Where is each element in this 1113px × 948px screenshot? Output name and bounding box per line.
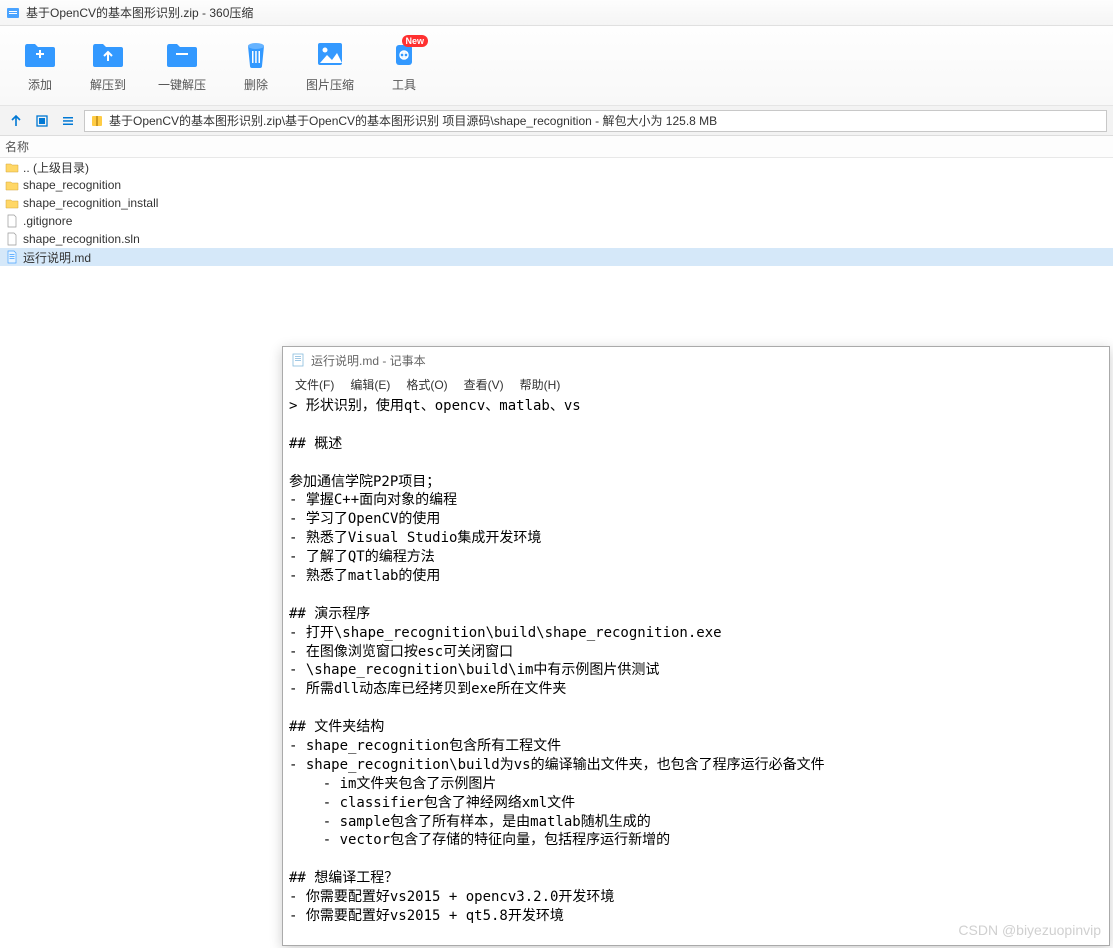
new-badge: New [402, 35, 429, 47]
notepad-window: 运行说明.md - 记事本 文件(F) 编辑(E) 格式(O) 查看(V) 帮助… [282, 346, 1110, 946]
file-row-file[interactable]: .gitignore [0, 212, 1113, 230]
extract-icon [90, 38, 126, 70]
folder-icon [5, 178, 19, 192]
file-name: shape_recognition.sln [23, 232, 140, 246]
view-mode-button[interactable] [32, 111, 52, 131]
oneclick-label: 一键解压 [158, 76, 206, 93]
notepad-icon [291, 353, 305, 367]
extract-to-button[interactable]: 解压到 [90, 38, 126, 93]
menu-view[interactable]: 查看(V) [458, 374, 510, 395]
file-icon [5, 232, 19, 246]
notepad-title-bar[interactable]: 运行说明.md - 记事本 [283, 347, 1109, 373]
file-icon [5, 214, 19, 228]
file-row-file[interactable]: shape_recognition.sln [0, 230, 1113, 248]
watermark: CSDN @biyezuopinvip [958, 922, 1101, 938]
oneclick-extract-button[interactable]: 一键解压 [158, 38, 206, 93]
delete-button[interactable]: 删除 [238, 38, 274, 93]
menu-format[interactable]: 格式(O) [400, 374, 453, 395]
file-name: shape_recognition [23, 178, 121, 192]
md-file-icon [5, 250, 19, 264]
file-row-md[interactable]: 运行说明.md [0, 248, 1113, 266]
list-mode-button[interactable] [58, 111, 78, 131]
folder-up-icon [5, 160, 19, 174]
file-name: 运行说明.md [23, 249, 91, 266]
window-title-bar: 基于OpenCV的基本图形识别.zip - 360压缩 [0, 0, 1113, 26]
menu-help[interactable]: 帮助(H) [514, 374, 567, 395]
tools-label: 工具 [392, 76, 416, 93]
file-name: .gitignore [23, 214, 72, 228]
extract-label: 解压到 [90, 76, 126, 93]
delete-icon [238, 38, 274, 70]
notepad-menu-bar: 文件(F) 编辑(E) 格式(O) 查看(V) 帮助(H) [283, 373, 1109, 395]
window-title: 基于OpenCV的基本图形识别.zip - 360压缩 [26, 4, 253, 21]
file-row-folder[interactable]: shape_recognition [0, 176, 1113, 194]
oneclick-icon [164, 38, 200, 70]
path-bar: 基于OpenCV的基本图形识别.zip\基于OpenCV的基本图形识别 项目源码… [0, 106, 1113, 136]
path-input[interactable]: 基于OpenCV的基本图形识别.zip\基于OpenCV的基本图形识别 项目源码… [84, 110, 1107, 132]
file-name: .. (上级目录) [23, 159, 89, 176]
folder-icon [5, 196, 19, 210]
image-icon [312, 38, 348, 70]
path-text: 基于OpenCV的基本图形识别.zip\基于OpenCV的基本图形识别 项目源码… [109, 112, 717, 129]
add-button[interactable]: 添加 [22, 38, 58, 93]
file-list: .. (上级目录) shape_recognition shape_recogn… [0, 158, 1113, 266]
add-icon [22, 38, 58, 70]
menu-file[interactable]: 文件(F) [289, 374, 340, 395]
file-name: shape_recognition_install [23, 196, 158, 210]
image-label: 图片压缩 [306, 76, 354, 93]
notepad-content[interactable]: > 形状识别，使用qt、opencv、matlab、vs ## 概述 参加通信学… [283, 395, 1109, 928]
column-name: 名称 [5, 138, 29, 155]
tools-button[interactable]: New 工具 [386, 38, 422, 93]
delete-label: 删除 [244, 76, 268, 93]
file-row-folder[interactable]: shape_recognition_install [0, 194, 1113, 212]
image-compress-button[interactable]: 图片压缩 [306, 38, 354, 93]
menu-edit[interactable]: 编辑(E) [344, 374, 396, 395]
archive-icon [90, 114, 104, 128]
notepad-title: 运行说明.md - 记事本 [311, 352, 426, 369]
nav-up-button[interactable] [6, 111, 26, 131]
main-toolbar: 添加 解压到 一键解压 删除 图片压缩 New 工具 [0, 26, 1113, 106]
column-header[interactable]: 名称 [0, 136, 1113, 158]
app-icon [6, 6, 20, 20]
add-label: 添加 [28, 76, 52, 93]
file-row-up[interactable]: .. (上级目录) [0, 158, 1113, 176]
